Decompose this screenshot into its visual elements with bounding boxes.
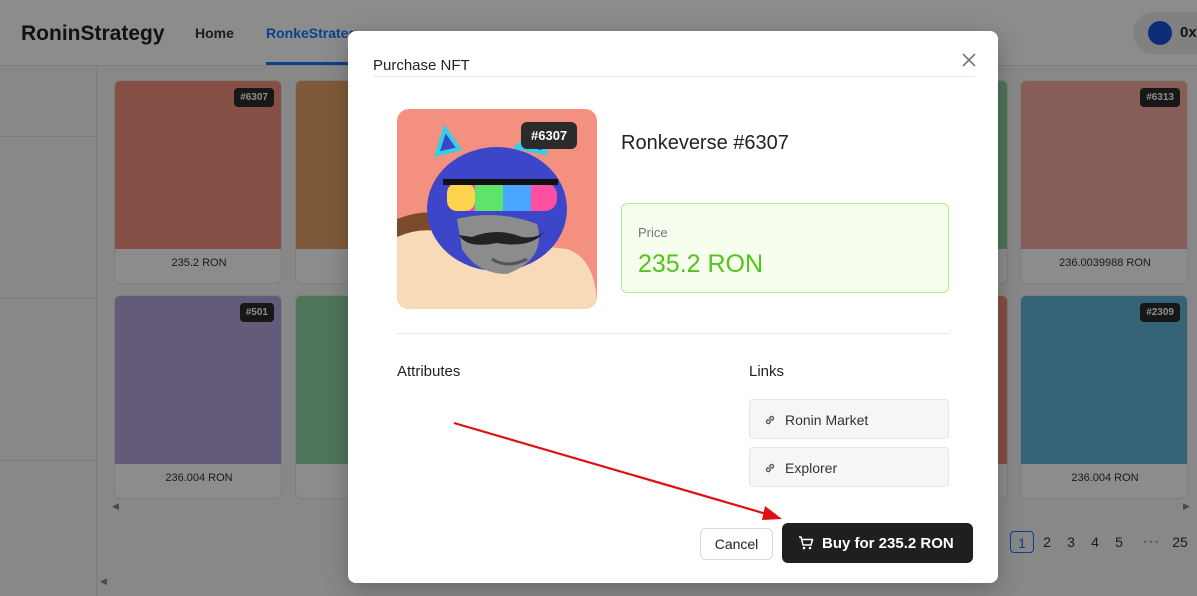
purchase-modal: Purchase NFT #6307 Ronkeverse #6307 Pric… (348, 31, 998, 583)
link-icon (765, 463, 775, 473)
buy-button[interactable]: Buy for 235.2 RON (782, 523, 973, 563)
attributes-heading: Attributes (397, 363, 461, 380)
price-label: Price (638, 225, 668, 240)
modal-divider (373, 76, 975, 77)
cart-icon (799, 536, 814, 550)
links-heading: Links (749, 363, 785, 380)
link-icon (765, 415, 775, 425)
link-label: Ronin Market (785, 412, 869, 428)
cancel-button[interactable]: Cancel (700, 528, 773, 560)
price-value: 235.2 RON (638, 250, 764, 278)
explorer-link[interactable]: Explorer (749, 447, 949, 487)
section-divider (397, 333, 949, 334)
nft-name: Ronkeverse #6307 (621, 132, 789, 154)
price-box: Price 235.2 RON (621, 203, 949, 293)
ronin-market-link[interactable]: Ronin Market (749, 399, 949, 439)
modal-title: Purchase NFT (373, 57, 470, 74)
nft-id-badge: #6307 (521, 122, 578, 149)
buy-button-label: Buy for 235.2 RON (822, 535, 954, 552)
link-label: Explorer (785, 460, 838, 476)
close-icon[interactable] (958, 49, 980, 71)
